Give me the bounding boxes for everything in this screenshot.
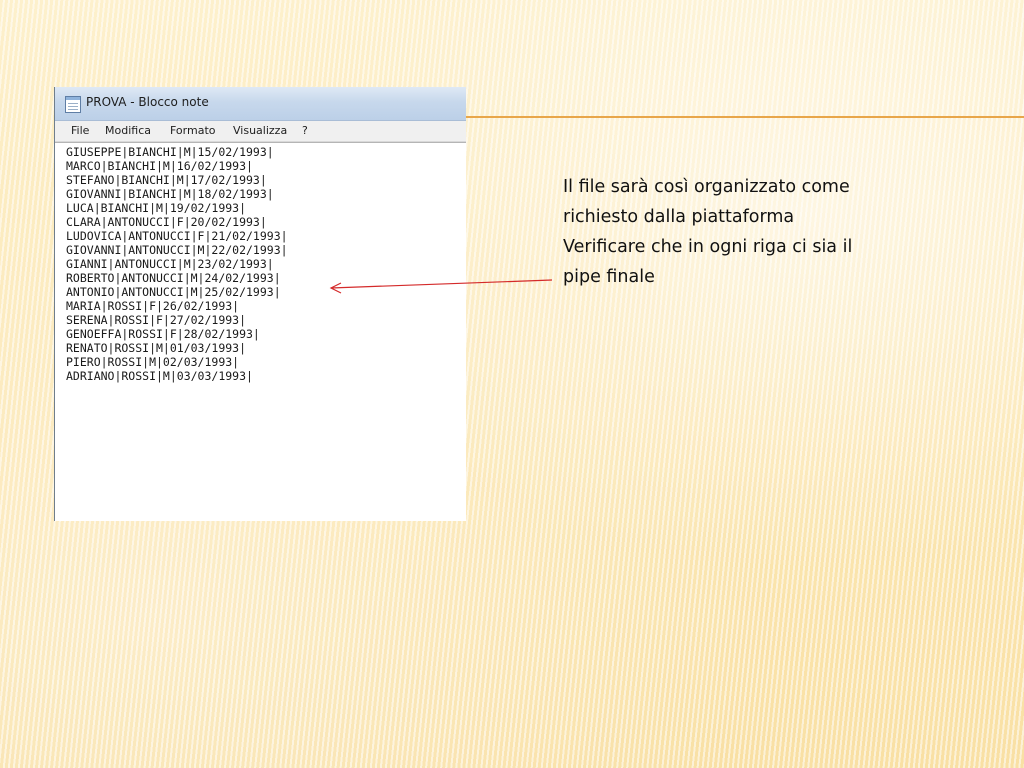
title-bar[interactable]: PROVA - Blocco note (55, 87, 466, 121)
editor-line: MARCO|BIANCHI|M|16/02/1993| (66, 159, 253, 173)
editor-line: ROBERTO|ANTONUCCI|M|24/02/1993| (66, 271, 281, 285)
editor-line: STEFANO|BIANCHI|M|17/02/1993| (66, 173, 267, 187)
editor-line: GIOVANNI|BIANCHI|M|18/02/1993| (66, 187, 274, 201)
editor-line: GENOEFFA|ROSSI|F|28/02/1993| (66, 327, 260, 341)
editor-line: LUDOVICA|ANTONUCCI|F|21/02/1993| (66, 229, 288, 243)
editor-line: GIANNI|ANTONUCCI|M|23/02/1993| (66, 257, 274, 271)
notepad-window[interactable]: PROVA - Blocco note File Modifica Format… (54, 87, 466, 521)
accent-line (465, 116, 1024, 118)
annotation-line: richiesto dalla piattaforma (563, 207, 795, 227)
annotation-line: Il file sarà così organizzato come (563, 177, 850, 197)
menu-bar: File Modifica Formato Visualizza ? (55, 121, 466, 142)
menu-help[interactable]: ? (302, 124, 308, 137)
annotation-line: pipe finale (563, 267, 655, 287)
menu-formato[interactable]: Formato (170, 124, 216, 137)
editor-line: RENATO|ROSSI|M|01/03/1993| (66, 341, 247, 355)
editor-line: MARIA|ROSSI|F|26/02/1993| (66, 299, 240, 313)
editor-line: GIUSEPPE|BIANCHI|M|15/02/1993| (66, 145, 274, 159)
notepad-icon (65, 96, 81, 113)
editor-line-highlighted: ANTONIO|ANTONUCCI|M|25/02/1993| (66, 285, 281, 299)
editor-line: GIOVANNI|ANTONUCCI|M|22/02/1993| (66, 243, 288, 257)
annotation-line: Verificare che in ogni riga ci sia il (563, 237, 853, 257)
editor-line: CLARA|ANTONUCCI|F|20/02/1993| (66, 215, 267, 229)
menu-modifica[interactable]: Modifica (105, 124, 151, 137)
editor-line: SERENA|ROSSI|F|27/02/1993| (66, 313, 247, 327)
editor-line: ADRIANO|ROSSI|M|03/03/1993| (66, 369, 253, 383)
editor-line: PIERO|ROSSI|M|02/03/1993| (66, 355, 240, 369)
text-editor[interactable]: GIUSEPPE|BIANCHI|M|15/02/1993| MARCO|BIA… (55, 142, 466, 521)
editor-line: LUCA|BIANCHI|M|19/02/1993| (66, 201, 247, 215)
annotation-text: Il file sarà così organizzato come richi… (563, 172, 953, 292)
menu-file[interactable]: File (71, 124, 89, 137)
window-title: PROVA - Blocco note (86, 95, 209, 109)
menu-visualizza[interactable]: Visualizza (233, 124, 287, 137)
